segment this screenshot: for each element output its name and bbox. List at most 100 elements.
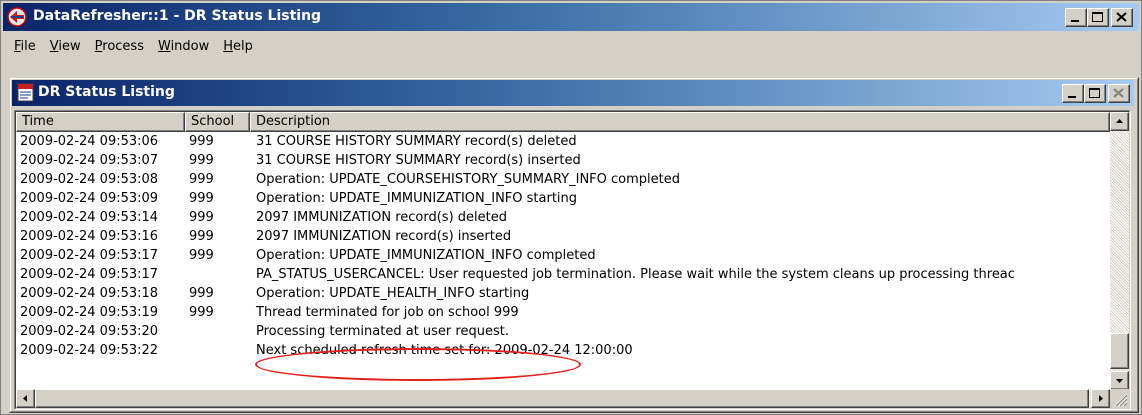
status-list-view[interactable]: Time School Description 2009-02-24 09:53… <box>14 110 1131 410</box>
cell-time: 2009-02-24 09:53:06 <box>20 134 159 149</box>
minimize-icon <box>1068 96 1076 98</box>
cell-time: 2009-02-24 09:53:19 <box>20 305 159 320</box>
menu-view[interactable]: View <box>43 36 88 58</box>
child-titlebar[interactable]: DR Status Listing <box>12 80 1134 106</box>
table-row[interactable]: 2009-02-24 09:53:17 PA_STATUS_USERCANCEL:… <box>16 265 1110 284</box>
menu-window-mnemonic: W <box>157 39 171 54</box>
window-title: DataRefresher::1 - DR Status Listing <box>33 8 322 24</box>
cell-school: 999 <box>189 248 214 263</box>
cell-school <box>185 322 250 341</box>
cell-time: 2009-02-24 09:53:18 <box>20 286 159 301</box>
cell-school: 999 <box>189 286 214 301</box>
cell-description: 31 COURSE HISTORY SUMMARY record(s) dele… <box>256 134 577 149</box>
cell-description: Processing terminated at user request. <box>256 324 509 339</box>
cell-description: Operation: UPDATE_COURSEHISTORY_SUMMARY_… <box>256 172 680 187</box>
cell-description: 31 COURSE HISTORY SUMMARY record(s) inse… <box>256 153 581 168</box>
table-row[interactable]: 2009-02-24 09:53:06 999 31 COURSE HISTORY … <box>16 132 1110 151</box>
close-button[interactable] <box>1111 8 1133 27</box>
close-icon <box>1113 88 1124 98</box>
cell-school: 999 <box>189 134 214 149</box>
cell-description: 2097 IMMUNIZATION record(s) inserted <box>256 229 512 244</box>
column-header-time[interactable]: Time <box>16 112 185 132</box>
scroll-left-button[interactable] <box>16 389 35 408</box>
cell-school: 999 <box>189 191 214 206</box>
menu-process[interactable]: Process <box>88 36 151 58</box>
cell-time: 2009-02-24 09:53:07 <box>20 153 159 168</box>
cell-description: Operation: UPDATE_HEALTH_INFO starting <box>256 286 530 301</box>
cell-time: 2009-02-24 09:53:09 <box>20 191 159 206</box>
main-window: DataRefresher::1 - DR Status Listing Fil… <box>0 0 1142 415</box>
minimize-button[interactable] <box>1065 8 1087 27</box>
size-grip[interactable] <box>1110 389 1129 408</box>
table-row[interactable]: 2009-02-24 09:53:20 Processing terminated… <box>16 322 1110 341</box>
horizontal-scroll-thumb[interactable] <box>35 389 1089 408</box>
table-row[interactable]: 2009-02-24 09:53:22 Next scheduled refres… <box>16 341 1110 360</box>
menu-help-label: elp <box>233 39 253 54</box>
scroll-right-button[interactable] <box>1091 389 1110 408</box>
menu-help[interactable]: Help <box>216 36 260 58</box>
scroll-down-button[interactable] <box>1110 371 1129 390</box>
horizontal-scrollbar[interactable] <box>16 389 1110 408</box>
table-row[interactable]: 2009-02-24 09:53:19 999 Thread terminated … <box>16 303 1110 322</box>
table-row[interactable]: 2009-02-24 09:53:14 999 2097 IMMUNIZATION … <box>16 208 1110 227</box>
status-listing-window: DR Status Listing Time School Descriptio… <box>9 77 1139 413</box>
arrow-right-icon <box>1099 395 1103 402</box>
document-icon <box>17 83 34 102</box>
cell-description: Operation: UPDATE_IMMUNIZATION_INFO comp… <box>256 248 596 263</box>
window-caption-buttons <box>1065 8 1133 28</box>
child-minimize-button[interactable] <box>1062 84 1084 103</box>
menu-window[interactable]: Window <box>151 36 216 58</box>
menu-process-label: rocess <box>102 39 144 54</box>
main-titlebar[interactable]: DataRefresher::1 - DR Status Listing <box>3 3 1139 31</box>
arrow-up-icon <box>1116 119 1123 123</box>
scroll-up-button[interactable] <box>1110 112 1129 131</box>
cell-school: 999 <box>189 229 214 244</box>
cell-school: 999 <box>189 210 214 225</box>
cell-description: Operation: UPDATE_IMMUNIZATION_INFO star… <box>256 191 578 206</box>
menu-help-mnemonic: H <box>223 39 234 54</box>
cell-time: 2009-02-24 09:53:17 <box>20 267 159 282</box>
cell-time: 2009-02-24 09:53:17 <box>20 248 159 263</box>
resize-grip-icon <box>1114 393 1128 407</box>
cell-time: 2009-02-24 09:53:14 <box>20 210 159 225</box>
cell-school: 999 <box>189 153 214 168</box>
arrow-down-icon <box>1116 379 1123 383</box>
vertical-scroll-thumb[interactable] <box>1110 333 1129 369</box>
list-header: Time School Description <box>16 112 1110 132</box>
cell-time: 2009-02-24 09:53:16 <box>20 229 159 244</box>
cell-school: 999 <box>189 172 214 187</box>
cell-description: Next scheduled refresh time set for: 200… <box>256 343 633 358</box>
menu-bar: File View Process Window Help <box>3 33 1139 61</box>
cell-description: Thread terminated for job on school 999 <box>256 305 519 320</box>
vertical-scrollbar[interactable] <box>1110 112 1129 390</box>
table-row[interactable]: 2009-02-24 09:53:17 999 Operation: UPDATE_… <box>16 246 1110 265</box>
table-row[interactable]: 2009-02-24 09:53:09 999 Operation: UPDATE_… <box>16 189 1110 208</box>
cell-description: 2097 IMMUNIZATION record(s) deleted <box>256 210 507 225</box>
list-rows: 2009-02-24 09:53:06 999 31 COURSE HISTORY … <box>16 132 1110 360</box>
arrow-left-icon <box>23 395 27 402</box>
table-row[interactable]: 2009-02-24 09:53:08 999 Operation: UPDATE_… <box>16 170 1110 189</box>
cell-school <box>185 341 250 360</box>
cell-school: 999 <box>189 305 214 320</box>
cell-time: 2009-02-24 09:53:20 <box>20 324 159 339</box>
child-caption-buttons <box>1062 84 1130 104</box>
maximize-button[interactable] <box>1087 8 1109 27</box>
cell-time: 2009-02-24 09:53:22 <box>20 343 159 358</box>
cell-description: PA_STATUS_USERCANCEL: User requested job… <box>256 267 1015 282</box>
maximize-icon <box>1092 12 1103 22</box>
minimize-icon <box>1071 20 1079 22</box>
maximize-icon <box>1089 88 1100 98</box>
menu-file[interactable]: File <box>7 36 43 58</box>
menu-file-label: ile <box>20 39 36 54</box>
child-window-title: DR Status Listing <box>38 84 175 100</box>
column-header-description[interactable]: Description <box>250 112 1110 132</box>
child-maximize-button[interactable] <box>1084 84 1106 103</box>
menu-view-label: iew <box>58 39 81 54</box>
table-row[interactable]: 2009-02-24 09:53:16 999 2097 IMMUNIZATION … <box>16 227 1110 246</box>
table-row[interactable]: 2009-02-24 09:53:18 999 Operation: UPDATE_… <box>16 284 1110 303</box>
column-header-school[interactable]: School <box>185 112 250 132</box>
list-view-frame: Time School Description 2009-02-24 09:53… <box>15 111 1130 409</box>
table-row[interactable]: 2009-02-24 09:53:07 999 31 COURSE HISTORY … <box>16 151 1110 170</box>
close-icon <box>1116 12 1127 22</box>
child-close-button[interactable] <box>1108 84 1130 103</box>
